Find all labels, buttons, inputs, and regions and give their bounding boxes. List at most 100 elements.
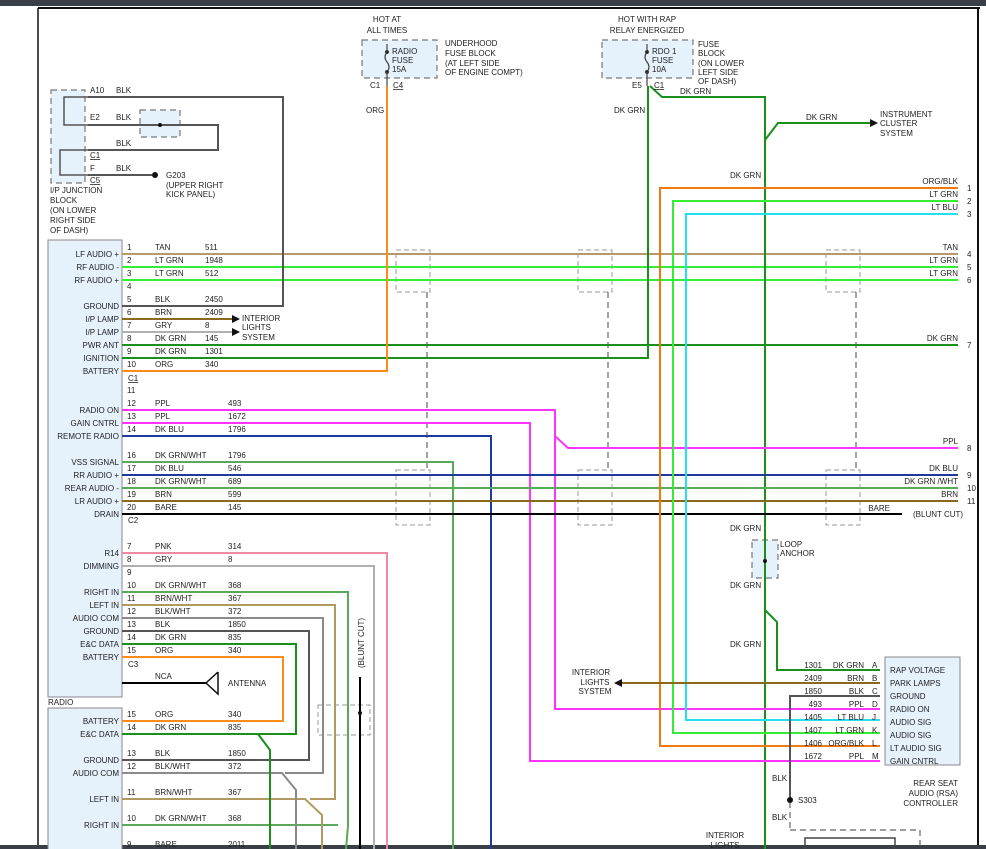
- wire-color-label: DK BLU: [155, 464, 184, 473]
- wire-label: NCA: [155, 672, 173, 681]
- pin-letter: K: [872, 726, 878, 735]
- pin-number: 5: [967, 263, 972, 272]
- pin-function: PWR ANT: [83, 341, 120, 350]
- wire-color-label: DK GRN: [155, 723, 186, 732]
- junction-block-box: [50, 89, 86, 184]
- connector-label: C2: [128, 516, 139, 525]
- pin-number: 18: [127, 477, 136, 486]
- ground-label: G203: [166, 171, 186, 180]
- circuit-number: 1796: [228, 451, 246, 460]
- wire-label: DK GRN: [730, 581, 761, 590]
- wire-color-label: PNK: [155, 542, 172, 551]
- pin-number: 15: [127, 646, 136, 655]
- pin-number: 13: [127, 412, 136, 421]
- circuit-number: 599: [228, 490, 242, 499]
- blunt-cut-label: (BLUNT CUT): [357, 618, 366, 668]
- pin-number: 12: [127, 399, 136, 408]
- circuit-number: 2450: [205, 295, 223, 304]
- fuse-name: FUSE: [392, 56, 413, 65]
- wire-color-label: PPL: [943, 437, 959, 446]
- circuit-number: 1672: [804, 752, 822, 761]
- ground-label: KICK PANEL): [166, 190, 216, 199]
- splice-dot-icon: [787, 797, 793, 803]
- pin-number: 13: [127, 620, 136, 629]
- fuse-caption: HOT WITH RAP: [618, 15, 676, 24]
- pin-function: DRAIN: [94, 510, 119, 519]
- wire-color-label: BLK/WHT: [155, 762, 191, 771]
- pin-function: LF AUDIO +: [76, 250, 120, 259]
- wiring-diagram: HOT AT ALL TIMES RADIO FUSE 15A UNDERHOO…: [0, 0, 986, 849]
- pin-function: R14: [104, 549, 119, 558]
- pin-number: 11: [127, 386, 136, 395]
- pin-letter: C: [872, 687, 878, 696]
- interior-lights-label: SYSTEM: [242, 333, 275, 342]
- pin-function: RF AUDIO -: [76, 263, 119, 272]
- wire-color-label: DK GRN: [155, 334, 186, 343]
- pin-function: E&C DATA: [80, 640, 119, 649]
- pin-number: 5: [127, 295, 132, 304]
- wire-label: DK GRN: [730, 640, 761, 649]
- pin-number: 12: [127, 607, 136, 616]
- pin-function: GROUND: [83, 302, 119, 311]
- loop-anchor-label: ANCHOR: [780, 549, 815, 558]
- wire-color-label: DK GRN /WHT: [904, 477, 958, 486]
- pin-number: 9: [127, 347, 132, 356]
- rsa-label: REAR SEAT: [913, 779, 958, 788]
- circuit-number: 835: [228, 633, 242, 642]
- wire-color-label: GRY: [155, 321, 173, 330]
- pin-letter: J: [872, 713, 876, 722]
- radio-label: RADIO: [48, 698, 73, 707]
- circuit-number: 512: [205, 269, 219, 278]
- circuit-number: 8: [205, 321, 210, 330]
- pin-number: 8: [127, 334, 132, 343]
- pin-number: 3: [127, 269, 132, 278]
- fuse-name: FUSE: [652, 56, 673, 65]
- fuse-rating: 15A: [392, 65, 407, 74]
- pin-number: 9: [127, 568, 132, 577]
- pin-function: IGNITION: [83, 354, 119, 363]
- wire-label: DK GRN: [730, 524, 761, 533]
- circuit-number: 1850: [228, 620, 246, 629]
- fuse-location: OF DASH): [698, 77, 737, 86]
- pin-function: RF AUDIO +: [74, 276, 119, 285]
- wire-color-label: ORG: [155, 710, 173, 719]
- splice-label: S303: [798, 796, 817, 805]
- component-label: BLOCK: [50, 196, 78, 205]
- wire-color-label: DK GRN/WHT: [155, 814, 207, 823]
- circuit-number: 1850: [804, 687, 822, 696]
- pin-function: RIGHT IN: [84, 588, 119, 597]
- wire-color-label: BRN/WHT: [155, 788, 192, 797]
- loop-anchor-label: LOOP: [780, 540, 802, 549]
- wire-blkwht-372: [122, 617, 324, 774]
- pin-number: 20: [127, 503, 136, 512]
- circuit-number: 8: [228, 555, 233, 564]
- blunt-cut-label: (BLUNT CUT): [913, 510, 963, 519]
- ground-label: (UPPER RIGHT: [166, 181, 223, 190]
- circuit-number: 1948: [205, 256, 223, 265]
- pin-number: 14: [127, 633, 136, 642]
- circuit-number: 511: [205, 243, 218, 252]
- wire-label: BLK: [116, 86, 132, 95]
- wire-label: BLK: [116, 113, 132, 122]
- pin-function: BATTERY: [83, 717, 120, 726]
- wire-color-label: LT BLU: [838, 713, 865, 722]
- circuit-number: 372: [228, 762, 242, 771]
- pin-function: LEFT IN: [89, 795, 119, 804]
- arrow-icon: [232, 315, 240, 323]
- wire-color-label: BRN: [155, 490, 172, 499]
- wire-color-label: BARE: [155, 503, 177, 512]
- pin-number: 10: [127, 581, 136, 590]
- pin-number: 14: [127, 723, 136, 732]
- wire-label: DK GRN: [680, 87, 711, 96]
- pin-number: 9: [127, 840, 132, 849]
- pin-function: BATTERY: [83, 653, 120, 662]
- wire-color-label: DK GRN/WHT: [155, 581, 207, 590]
- wire-label: ORG: [366, 106, 384, 115]
- connector-label: C1: [128, 374, 139, 383]
- pin-function: I/P LAMP: [85, 328, 119, 337]
- wire-label: BLK: [772, 813, 788, 822]
- circuit-number: 314: [228, 542, 242, 551]
- wire-color-label: ORG: [155, 646, 173, 655]
- pin-number: 16: [127, 451, 136, 460]
- pin-function: AUDIO COM: [73, 769, 120, 778]
